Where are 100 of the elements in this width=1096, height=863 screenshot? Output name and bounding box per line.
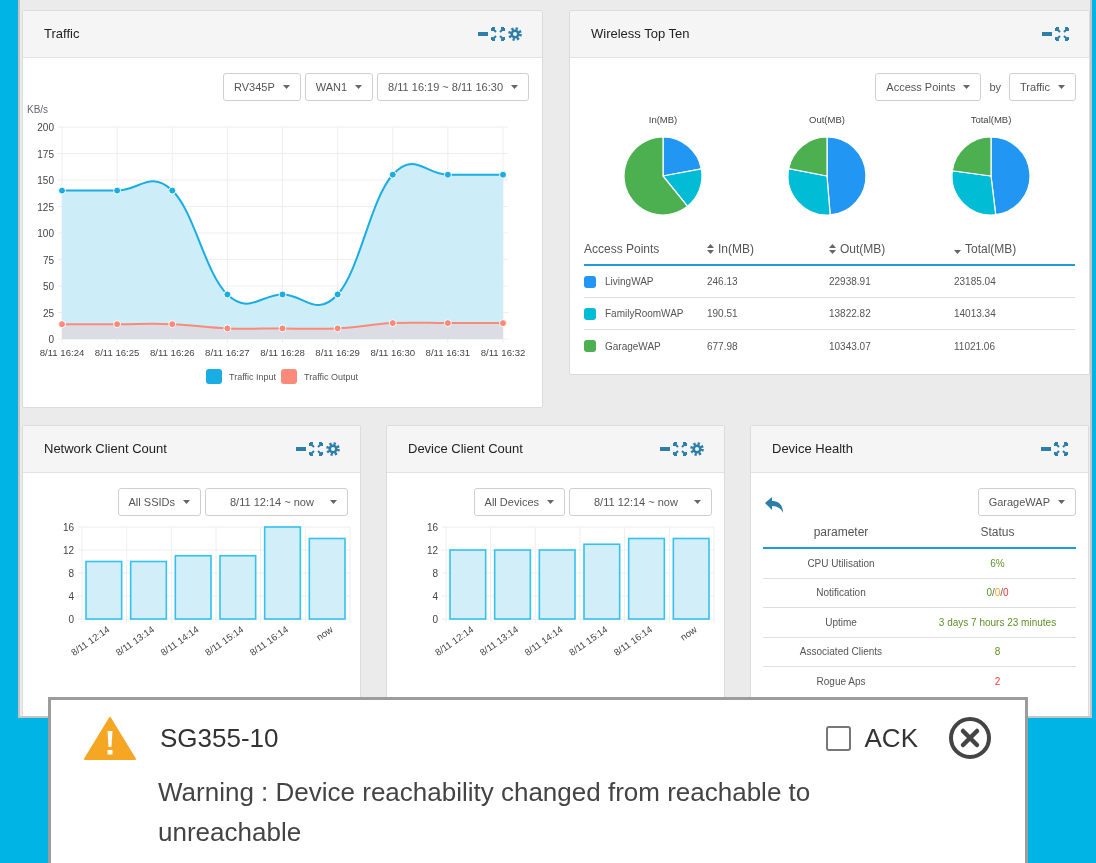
- table-cell-text: 13822.82: [829, 307, 872, 321]
- legend-swatch: [281, 369, 297, 384]
- axis-tick-label: 8/11 16:27: [205, 347, 250, 358]
- caret-icon: [511, 85, 518, 89]
- table-cell-text: 10343.07: [829, 339, 872, 354]
- axis-tick-label: 25: [42, 307, 54, 319]
- back-arrow-icon: [765, 497, 784, 514]
- axis-tick-label: 125: [37, 201, 54, 213]
- data-point: [499, 170, 507, 179]
- table-cell-text: 677.98: [707, 339, 739, 354]
- dropdown[interactable]: 8/11 12:14 ~ now: [569, 488, 712, 516]
- column-header: parameter: [812, 524, 870, 541]
- caret-icon: [183, 500, 190, 504]
- bar: [129, 560, 168, 620]
- bar: [85, 560, 123, 620]
- data-point: [499, 319, 507, 328]
- ack-checkbox[interactable]: ACK: [825, 718, 918, 758]
- expand-icon: [1055, 27, 1069, 41]
- alert-message: Warning : Device reachability changed from reachable to unreachable: [158, 776, 812, 849]
- axis-tick-label: 200: [37, 122, 54, 133]
- data-point: [168, 186, 177, 195]
- axis-tick-label: 175: [37, 148, 54, 160]
- panel-title: Network Client Count: [44, 440, 167, 459]
- table-cell-text: FamilyRoomWAP: [605, 307, 684, 321]
- column-header: Access Points: [584, 241, 661, 258]
- data-point: [113, 320, 122, 329]
- table-cell-text: CPU Utilisation: [806, 556, 876, 571]
- bar: [219, 554, 257, 620]
- table-cell-text: 246.13: [707, 275, 739, 289]
- axis-label: KB/s: [27, 104, 49, 115]
- expand-icon: [1054, 442, 1068, 456]
- dropdown[interactable]: GarageWAP: [977, 488, 1076, 516]
- table-cell-text: Associated Clients: [798, 645, 884, 660]
- panel-title: Wireless Top Ten: [591, 25, 690, 44]
- axis-tick-label: 8: [432, 567, 438, 579]
- dropdown[interactable]: All Devices: [473, 488, 565, 516]
- column-header: Status: [979, 524, 1016, 541]
- axis-tick-label: 8/11 16:25: [94, 347, 140, 358]
- axis-tick-label: 8/11 16:29: [315, 347, 360, 358]
- status-cell-text: 0/0/0: [985, 586, 1010, 601]
- axis-tick-label: 75: [42, 254, 54, 266]
- expand-icon: [673, 442, 687, 456]
- table-cell-text: Rogue Aps: [815, 675, 867, 690]
- dropdown[interactable]: WAN1: [304, 73, 374, 101]
- device-name: SG355-10: [160, 721, 279, 755]
- panel-title: Traffic: [44, 25, 80, 44]
- dropdown[interactable]: Traffic: [1009, 73, 1076, 101]
- expand-icon: [491, 27, 505, 41]
- sortable-column-header[interactable]: Total(MB): [954, 240, 1075, 258]
- warning-icon: [84, 716, 136, 760]
- data-point: [443, 170, 452, 179]
- minimize-icon: [1042, 32, 1052, 36]
- data-point: [278, 290, 287, 299]
- settings-icon: [508, 27, 522, 41]
- caret-icon: [355, 85, 363, 89]
- caret-icon: [1058, 500, 1065, 504]
- axis-tick-label: 4: [68, 590, 74, 602]
- axis-tick-label: 0: [48, 334, 54, 345]
- axis-tick-label: 50: [42, 281, 54, 292]
- axis-tick-label: 12: [426, 544, 438, 556]
- table-cell-text: 23185.04: [954, 275, 997, 289]
- axis-tick-label: 0: [68, 613, 74, 625]
- expand-icon: [309, 442, 323, 456]
- dropdown[interactable]: All SSIDs: [117, 488, 201, 516]
- caret-icon: [694, 500, 701, 504]
- data-point: [333, 324, 342, 333]
- close-icon[interactable]: [948, 716, 992, 760]
- dropdown[interactable]: RV345P: [222, 73, 301, 101]
- legend-swatch: [206, 369, 222, 384]
- minimize-icon: [296, 447, 306, 451]
- bar: [538, 549, 576, 620]
- axis-tick-label: 8/11 16:24: [39, 347, 85, 358]
- data-point: [388, 319, 397, 328]
- sortable-column-header[interactable]: Out(MB): [829, 240, 954, 258]
- axis-tick-label: 16: [426, 521, 438, 533]
- checkbox[interactable]: [825, 725, 851, 751]
- axis-tick-label: 8/11 16:30: [370, 347, 416, 358]
- axis-tick-label: 16: [62, 521, 74, 533]
- caret-icon: [282, 85, 290, 89]
- chart-title: Total(MB): [970, 114, 1012, 125]
- status-cell-text: 6%: [989, 556, 1006, 571]
- bar: [493, 549, 532, 620]
- data-point: [443, 319, 452, 328]
- chart-title: Out(MB): [809, 114, 845, 125]
- axis-tick-label: 12: [62, 544, 74, 556]
- dropdown[interactable]: 8/11 12:14 ~ now: [205, 488, 348, 516]
- axis-tick-label: 8/11 16:28: [260, 347, 305, 358]
- sortable-column-header[interactable]: In(MB): [707, 240, 829, 258]
- minimize-icon: [1041, 447, 1051, 451]
- dropdown[interactable]: Access Points: [875, 73, 982, 101]
- settings-icon: [326, 442, 340, 456]
- axis-tick-label: 150: [37, 175, 54, 186]
- caret-icon: [330, 500, 337, 504]
- dropdown[interactable]: 8/11 16:19 ~ 8/11 16:30: [377, 73, 529, 101]
- data-point: [388, 170, 397, 179]
- table-cell-text: LivingWAP: [605, 275, 654, 289]
- axis-tick-label: 8/11 16:32: [480, 347, 526, 358]
- axis-tick-label: 8/11 16:31: [425, 347, 471, 358]
- table-cell-text: Notification: [815, 586, 867, 601]
- data-point: [223, 324, 232, 333]
